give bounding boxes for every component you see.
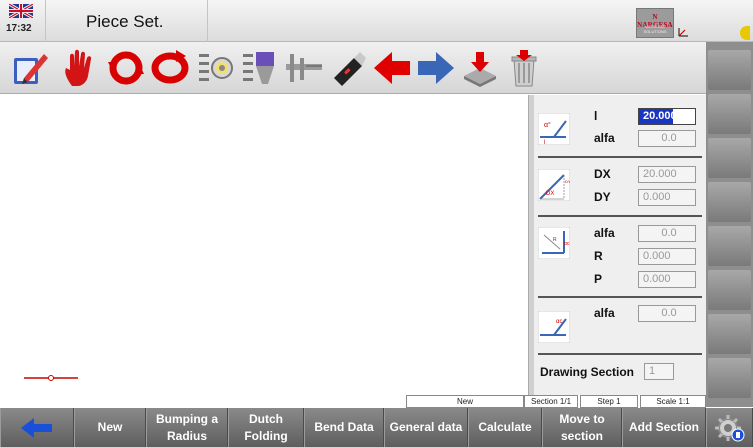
edit-icon[interactable] [10,48,50,88]
separator-4 [538,353,702,355]
radius-angle-icon: αc R [538,227,570,259]
icon-alpha3-text: αc [556,319,562,325]
language-clock-box[interactable]: 17:32 [0,0,46,42]
icon-r-text: R [553,237,557,243]
rotate-left-icon[interactable] [106,48,146,88]
icon-dy-text: DY [565,179,570,184]
status-section: Section 1/1 [524,395,578,408]
nargesa-logo: N NARGESA WORKING SOLUTIONS [636,8,674,38]
status-mode: New [406,395,524,408]
back-button[interactable] [0,408,74,447]
bottom-button-bar: New Bumping a Radius Dutch Folding Bend Da… [0,408,753,447]
calculate-button[interactable]: Calculate [468,408,542,447]
dx-dy-icon: DX DY [538,169,570,201]
bumping-radius-button[interactable]: Bumping a Radius [146,408,228,447]
icon-l-text: l [544,140,545,145]
alfa2-label: alfa [594,226,615,240]
side-button-2[interactable] [708,94,751,134]
status-step: Step 1 [580,395,638,408]
bend-data-label: Bend Data [314,420,374,434]
dx-input[interactable]: 20.000 [638,166,696,183]
icon-alpha2-text: αc [564,241,570,247]
general-data-button[interactable]: General data [384,408,468,447]
settings-button[interactable] [706,408,753,447]
rotate-right-icon[interactable] [150,48,190,88]
p-input[interactable]: 0.000 [638,271,696,288]
status-indicator-icon [740,26,750,40]
alfa1-input[interactable]: 0.0 [638,130,696,147]
axis-orientation-icon [678,28,688,37]
dy-input[interactable]: 0.000 [638,189,696,206]
drawing-canvas[interactable] [0,95,528,395]
separator-3 [538,296,702,298]
bumping-label-line1: Bumping a [156,411,218,426]
dutch-label-line2: Folding [244,428,288,443]
gear-icon [714,414,744,441]
alfa1-label: alfa [594,131,615,145]
trash-icon[interactable] [504,48,544,88]
segment-midpoint-marker [48,375,54,381]
add-section-label: Add Section [628,420,699,434]
arrow-right-icon[interactable] [416,48,456,88]
general-data-label: General data [389,420,463,434]
move-label-line2: section [560,428,603,443]
alfa3-label: alfa [594,306,615,320]
header: 17:32 Piece Set. N NARGESA WORKING SOLUT… [0,0,753,42]
dutch-label-line1: Dutch [248,411,283,426]
logo-tagline-text: WORKING SOLUTIONS [643,24,667,34]
side-button-1[interactable] [708,50,751,90]
uk-flag-icon[interactable] [9,4,33,18]
arrow-left-icon[interactable] [372,48,412,88]
calculate-label: Calculate [478,420,532,434]
move-label-line1: Move to [559,411,605,426]
side-button-7[interactable] [708,314,751,354]
title-box: Piece Set. [46,0,208,42]
tool-settings-icon[interactable] [240,48,280,88]
l-input-cursor-area [673,109,695,124]
side-button-8[interactable] [708,358,751,398]
r-input[interactable]: 0.000 [638,248,696,265]
piece-drawing [24,375,78,381]
l-label: l [594,109,598,123]
drawing-section-input[interactable]: 1 [644,363,674,380]
dutch-folding-button[interactable]: Dutch Folding [228,408,304,447]
move-to-section-button[interactable]: Move to section [542,408,622,447]
page-title: Piece Set. [86,12,164,31]
clock-text: 17:32 [6,23,32,34]
alfa2-input[interactable]: 0.0 [638,225,696,242]
back-arrow-icon [21,417,52,438]
angle-only-icon: αc [538,311,570,343]
dy-label: DY [594,190,611,204]
l-value: 20.000 [643,110,677,122]
new-button-label: New [97,420,123,434]
usb-drive-icon[interactable] [328,48,368,88]
length-angle-icon: α° l [538,113,570,145]
parameter-panel: α° l l 20.000 alfa 0.0 DX DY DX 20.000 D… [534,95,706,395]
l-input[interactable]: 20.000 [638,108,696,125]
r-label: R [594,249,603,263]
light-settings-icon[interactable] [196,48,236,88]
dx-label: DX [594,167,611,181]
icon-alpha-text: α° [544,121,551,129]
side-button-4[interactable] [708,182,751,222]
separator-2 [538,215,702,217]
add-section-button[interactable]: Add Section [622,408,706,447]
p-label: P [594,272,603,286]
download-tray-icon[interactable] [460,48,500,88]
new-button[interactable]: New [74,408,146,447]
stop-hand-icon[interactable] [60,48,100,88]
alfa3-input[interactable]: 0.0 [638,305,696,322]
bumping-label-line2: Radius [166,428,207,443]
side-button-3[interactable] [708,138,751,178]
toolbar [0,42,706,94]
status-scale: Scale 1:1 [640,395,706,408]
caliper-icon[interactable] [284,48,324,88]
drawing-section-label: Drawing Section [540,365,635,379]
bend-data-button[interactable]: Bend Data [304,408,384,447]
side-button-column [706,42,753,407]
side-button-5[interactable] [708,226,751,266]
side-button-6[interactable] [708,270,751,310]
separator-1 [538,156,702,158]
icon-dx-text: DX [546,191,554,197]
